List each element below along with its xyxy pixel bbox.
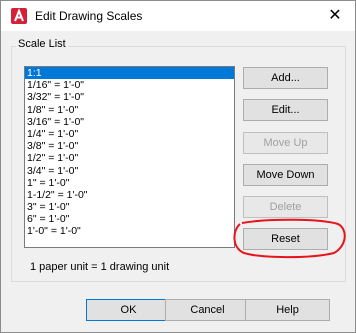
title-bar: Edit Drawing Scales ✕ bbox=[1, 1, 355, 31]
scale-list-item[interactable]: 3/16" = 1'-0" bbox=[25, 116, 234, 128]
scale-list-item[interactable]: 1'-0" = 1'-0" bbox=[25, 225, 234, 237]
scale-list-item[interactable]: 3/4" = 1'-0" bbox=[25, 165, 234, 177]
close-button[interactable]: ✕ bbox=[323, 5, 347, 27]
scale-list-item[interactable]: 1/16" = 1'-0" bbox=[25, 79, 234, 91]
close-icon: ✕ bbox=[328, 7, 342, 24]
scale-list-item[interactable]: 1-1/2" = 1'-0" bbox=[25, 189, 234, 201]
scale-list-item[interactable]: 6" = 1'-0" bbox=[25, 213, 234, 225]
scale-listbox[interactable]: 1:1 1/16" = 1'-0" 3/32" = 1'-0" 1/8" = 1'-0… bbox=[24, 66, 235, 248]
autocad-a-icon bbox=[11, 8, 27, 24]
move-down-button[interactable]: Move Down bbox=[243, 164, 328, 186]
scale-list-item[interactable]: 3" = 1'-0" bbox=[25, 201, 234, 213]
edit-button[interactable]: Edit... bbox=[243, 99, 328, 121]
cancel-button[interactable]: Cancel bbox=[165, 299, 250, 321]
help-button[interactable]: Help bbox=[245, 299, 330, 321]
scale-list-label: Scale List bbox=[16, 38, 68, 50]
unit-info-text: 1 paper unit = 1 drawing unit bbox=[30, 261, 170, 273]
scale-list-item[interactable]: 1" = 1'-0" bbox=[25, 177, 234, 189]
scale-list-item[interactable]: 1/2" = 1'-0" bbox=[25, 152, 234, 164]
scale-list-item[interactable]: 1/8" = 1'-0" bbox=[25, 104, 234, 116]
scale-list-item[interactable]: 1:1 bbox=[25, 67, 234, 80]
delete-button[interactable]: Delete bbox=[243, 196, 328, 218]
window-title: Edit Drawing Scales bbox=[35, 9, 143, 23]
scale-list-item[interactable]: 3/32" = 1'-0" bbox=[25, 91, 234, 103]
add-button[interactable]: Add... bbox=[243, 67, 328, 89]
reset-button[interactable]: Reset bbox=[243, 228, 328, 250]
scale-list-item[interactable]: 3/8" = 1'-0" bbox=[25, 140, 234, 152]
scale-list-item[interactable]: 1/4" = 1'-0" bbox=[25, 128, 234, 140]
ok-button[interactable]: OK bbox=[86, 299, 171, 321]
move-up-button[interactable]: Move Up bbox=[243, 132, 328, 154]
